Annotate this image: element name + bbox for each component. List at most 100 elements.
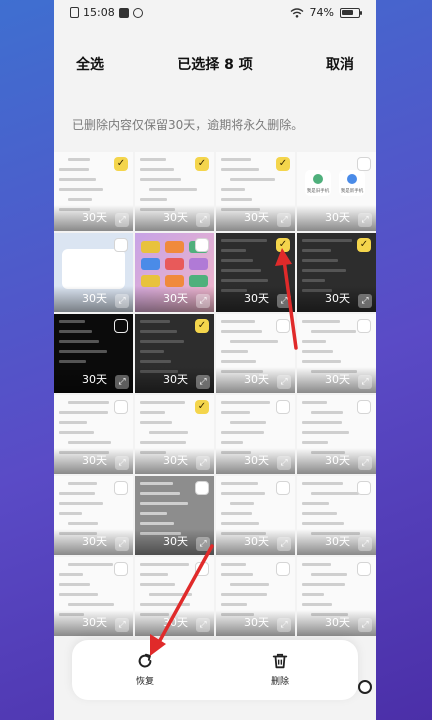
phone-option-label: 我是旧手机 bbox=[306, 189, 330, 194]
days-remaining-label: 30天 bbox=[244, 454, 269, 467]
cancel-button[interactable]: 取消 bbox=[326, 54, 354, 74]
annotation-arrow-down bbox=[150, 544, 214, 656]
expand-icon[interactable]: ⤢ bbox=[115, 618, 129, 632]
trash-item-tile[interactable]: ✓ 30天 ⤢ bbox=[135, 395, 214, 474]
expand-icon[interactable]: ⤢ bbox=[115, 537, 129, 551]
checkbox-icon[interactable] bbox=[276, 400, 290, 414]
trash-item-tile[interactable]: 30天 ⤢ bbox=[54, 476, 133, 555]
trash-item-tile[interactable]: 30天 ⤢ bbox=[216, 557, 295, 636]
trash-item-tile[interactable]: 30天 ⤢ bbox=[216, 476, 295, 555]
checkbox-icon[interactable] bbox=[276, 481, 290, 495]
trash-item-tile[interactable]: 30天 ⤢ bbox=[135, 233, 214, 312]
days-remaining-label: 30天 bbox=[244, 292, 269, 305]
checkbox-icon[interactable] bbox=[357, 562, 371, 576]
checkbox-icon[interactable] bbox=[195, 238, 209, 252]
days-remaining-label: 30天 bbox=[82, 373, 107, 386]
expand-icon[interactable]: ⤢ bbox=[196, 456, 210, 470]
checkbox-checked-icon[interactable]: ✓ bbox=[195, 319, 209, 333]
days-remaining-label: 30天 bbox=[244, 211, 269, 224]
days-remaining-label: 30天 bbox=[325, 373, 350, 386]
trash-item-tile[interactable]: ✓ 30天 ⤢ bbox=[216, 152, 295, 231]
expand-icon[interactable]: ⤢ bbox=[358, 537, 372, 551]
expand-icon[interactable]: ⤢ bbox=[358, 456, 372, 470]
checkbox-checked-icon[interactable]: ✓ bbox=[357, 238, 371, 252]
trash-item-tile[interactable]: 30天 ⤢ bbox=[297, 395, 376, 474]
expand-icon[interactable]: ⤢ bbox=[115, 375, 129, 389]
expand-icon[interactable]: ⤢ bbox=[358, 294, 372, 308]
checkbox-checked-icon[interactable]: ✓ bbox=[195, 400, 209, 414]
days-remaining-label: 30天 bbox=[244, 373, 269, 386]
checkbox-icon[interactable] bbox=[114, 400, 128, 414]
days-remaining-label: 30天 bbox=[82, 454, 107, 467]
checkbox-checked-icon[interactable]: ✓ bbox=[114, 157, 128, 171]
expand-icon[interactable]: ⤢ bbox=[277, 213, 291, 227]
checkbox-icon[interactable] bbox=[114, 562, 128, 576]
checkbox-icon[interactable] bbox=[195, 481, 209, 495]
days-remaining-label: 30天 bbox=[325, 211, 350, 224]
expand-icon[interactable]: ⤢ bbox=[277, 456, 291, 470]
checkbox-icon[interactable] bbox=[276, 562, 290, 576]
days-remaining-label: 30天 bbox=[244, 616, 269, 629]
delete-label: 删除 bbox=[270, 677, 289, 687]
checkbox-checked-icon[interactable]: ✓ bbox=[276, 157, 290, 171]
expand-icon[interactable]: ⤢ bbox=[277, 618, 291, 632]
days-remaining-label: 30天 bbox=[325, 535, 350, 548]
trash-item-tile[interactable]: 我是旧手机 我是新手机 30天 ⤢ bbox=[297, 152, 376, 231]
days-remaining-label: 30天 bbox=[325, 292, 350, 305]
expand-icon[interactable]: ⤢ bbox=[115, 456, 129, 470]
expand-icon[interactable]: ⤢ bbox=[358, 213, 372, 227]
phone-option-card: 我是旧手机 bbox=[305, 170, 331, 196]
trash-item-tile[interactable]: ✓ 30天 ⤢ bbox=[135, 314, 214, 393]
expand-icon[interactable]: ⤢ bbox=[196, 375, 210, 389]
checkbox-icon[interactable] bbox=[357, 157, 371, 171]
document-icon bbox=[70, 7, 79, 18]
trash-item-tile[interactable]: 30天 ⤢ bbox=[54, 233, 133, 312]
annotation-arrow-up bbox=[275, 248, 298, 350]
battery-icon bbox=[340, 7, 362, 18]
expand-icon[interactable]: ⤢ bbox=[358, 375, 372, 389]
restore-label: 恢复 bbox=[135, 677, 154, 687]
compass-icon bbox=[132, 7, 143, 18]
expand-icon[interactable]: ⤢ bbox=[115, 213, 129, 227]
trash-item-tile[interactable]: 30天 ⤢ bbox=[297, 557, 376, 636]
trash-item-tile[interactable]: 30天 ⤢ bbox=[54, 395, 133, 474]
phone-option-label: 我是新手机 bbox=[340, 189, 364, 194]
days-remaining-label: 30天 bbox=[244, 535, 269, 548]
expand-icon[interactable]: ⤢ bbox=[277, 537, 291, 551]
checkbox-icon[interactable] bbox=[357, 319, 371, 333]
checkbox-icon[interactable] bbox=[114, 481, 128, 495]
checkbox-icon[interactable] bbox=[114, 319, 128, 333]
expand-icon[interactable]: ⤢ bbox=[115, 294, 129, 308]
trash-item-tile[interactable]: ✓ 30天 ⤢ bbox=[135, 152, 214, 231]
days-remaining-label: 30天 bbox=[163, 292, 188, 305]
days-remaining-label: 30天 bbox=[82, 616, 107, 629]
floating-ball[interactable] bbox=[358, 680, 372, 694]
media-icon bbox=[118, 7, 129, 18]
days-remaining-label: 30天 bbox=[325, 616, 350, 629]
trash-item-tile[interactable]: 30天 ⤢ bbox=[216, 395, 295, 474]
expand-icon[interactable]: ⤢ bbox=[358, 618, 372, 632]
expand-icon[interactable]: ⤢ bbox=[196, 294, 210, 308]
trash-item-tile[interactable]: 30天 ⤢ bbox=[54, 314, 133, 393]
delete-button[interactable]: 删除 bbox=[250, 652, 310, 687]
expand-icon[interactable]: ⤢ bbox=[277, 375, 291, 389]
trash-item-tile[interactable]: 30天 ⤢ bbox=[54, 557, 133, 636]
checkbox-icon[interactable] bbox=[114, 238, 128, 252]
selection-toolbar: 全选 已选择 8 项 取消 bbox=[54, 50, 376, 76]
status-time: 15:08 bbox=[83, 6, 115, 19]
trash-icon bbox=[272, 653, 288, 669]
expand-icon[interactable]: ⤢ bbox=[196, 213, 210, 227]
dialog-preview bbox=[62, 249, 125, 289]
trash-item-tile[interactable]: ✓ 30天 ⤢ bbox=[54, 152, 133, 231]
checkbox-icon[interactable] bbox=[357, 400, 371, 414]
checkbox-checked-icon[interactable]: ✓ bbox=[195, 157, 209, 171]
battery-level bbox=[342, 9, 353, 15]
days-remaining-label: 30天 bbox=[163, 373, 188, 386]
battery-percent: 74% bbox=[309, 6, 334, 19]
trash-item-tile[interactable]: 30天 ⤢ bbox=[297, 476, 376, 555]
wifi-icon bbox=[290, 7, 304, 18]
retention-notice: 已删除内容仅保留30天，逾期将永久删除。 bbox=[72, 118, 304, 132]
phone-icon bbox=[347, 174, 357, 184]
phone-option-card: 我是新手机 bbox=[339, 170, 365, 196]
checkbox-icon[interactable] bbox=[357, 481, 371, 495]
